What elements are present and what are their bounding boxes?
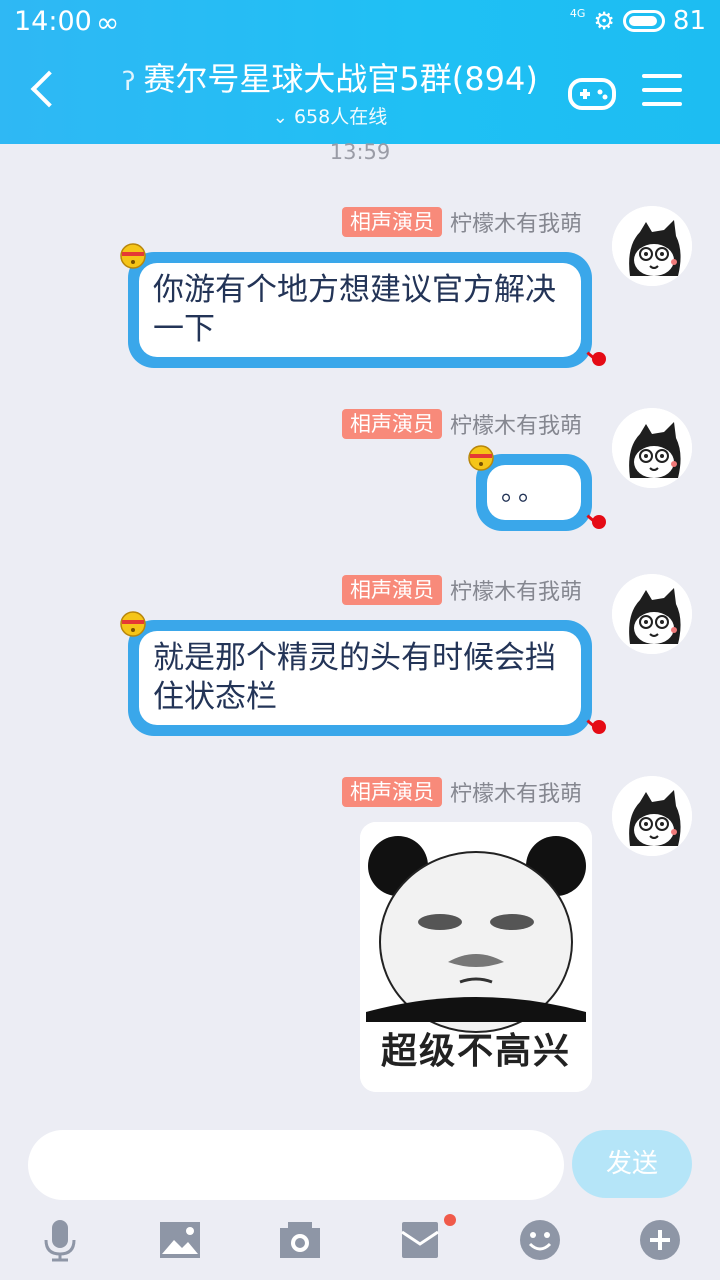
red-packet-icon[interactable]	[398, 1218, 442, 1262]
sender-name[interactable]: 柠檬木有我萌	[450, 206, 582, 238]
bubble-decoration	[592, 720, 606, 734]
menu-line	[642, 88, 682, 92]
notification-dot	[444, 1214, 456, 1226]
panda-sticker[interactable]: 超级不高兴	[360, 822, 592, 1092]
avatar[interactable]	[612, 206, 692, 286]
member-title-badge: 相声演员	[341, 409, 442, 439]
message-timestamp: 13:59	[329, 140, 391, 164]
sender-meta: 相声演员 柠檬木有我萌	[341, 574, 582, 606]
bubble-decoration	[592, 352, 606, 366]
cat-avatar-icon	[612, 206, 692, 286]
image-icon[interactable]	[158, 1218, 202, 1262]
sender-name[interactable]: 柠檬木有我萌	[450, 776, 582, 808]
ear-icon: ʔ	[122, 67, 136, 97]
status-right: 4G ⚙ 81	[570, 6, 706, 36]
sender-meta: 相声演员 柠檬木有我萌	[341, 206, 582, 238]
network-type: 4G	[569, 6, 586, 20]
group-title: ʔ 赛尔号星球大战官5群(894)	[100, 58, 560, 103]
battery-icon	[622, 10, 665, 32]
message-text: 你游有个地方想建议官方解决一下	[139, 263, 581, 357]
member-title-badge: 相声演员	[341, 207, 442, 237]
member-title-badge: 相声演员	[341, 777, 442, 807]
emoji-icon[interactable]	[518, 1218, 562, 1262]
cat-avatar-icon	[612, 574, 692, 654]
cat-avatar-icon	[612, 776, 692, 856]
gamepad-icon[interactable]	[566, 68, 618, 120]
message-bubble[interactable]: 就是那个精灵的头有时候会挡住状态栏	[120, 611, 606, 736]
message-input[interactable]	[28, 1130, 564, 1200]
online-count: ⌄ 658人在线	[100, 103, 560, 132]
sender-meta: 相声演员 柠檬木有我萌	[341, 408, 582, 440]
send-button[interactable]: 发送	[572, 1130, 692, 1198]
sender-name[interactable]: 柠檬木有我萌	[450, 408, 582, 440]
message-text: 。。	[487, 465, 581, 520]
group-title-text: 赛尔号星球大战官5群(894)	[143, 60, 538, 98]
avatar[interactable]	[612, 408, 692, 488]
menu-line	[642, 74, 682, 78]
message-bubble[interactable]: 你游有个地方想建议官方解决一下	[120, 243, 606, 368]
message-text: 就是那个精灵的头有时候会挡住状态栏	[139, 631, 581, 725]
menu-button[interactable]	[642, 74, 682, 114]
member-title-badge: 相声演员	[341, 575, 442, 605]
battery-level: 81	[672, 6, 706, 36]
microphone-icon[interactable]	[38, 1218, 82, 1262]
bell-icon	[120, 243, 146, 269]
plus-icon[interactable]	[638, 1218, 682, 1262]
menu-line	[642, 102, 682, 106]
sticker-caption: 超级不高兴	[380, 1031, 571, 1072]
status-time: 14:00	[14, 6, 92, 37]
settings-gear-icon: ⚙	[593, 7, 615, 35]
sender-meta: 相声演员 柠檬木有我萌	[341, 776, 582, 808]
bubble-decoration	[592, 515, 606, 529]
chat-title-area[interactable]: ʔ 赛尔号星球大战官5群(894) ⌄ 658人在线	[100, 58, 560, 132]
online-count-text: 658人在线	[293, 106, 388, 128]
avatar[interactable]	[612, 776, 692, 856]
infinity-icon: ∞	[96, 6, 120, 39]
back-button[interactable]	[22, 62, 66, 122]
cat-avatar-icon	[612, 408, 692, 488]
sender-name[interactable]: 柠檬木有我萌	[450, 574, 582, 606]
avatar[interactable]	[612, 574, 692, 654]
bell-icon	[468, 445, 494, 471]
message-bubble[interactable]: 。。	[468, 445, 606, 531]
title-bar: 14:00 ∞ 4G ⚙ 81 ʔ 赛尔号星球大战官5群(894) ⌄ 658人在…	[0, 0, 720, 144]
status-bar: 14:00 ∞ 4G ⚙ 81	[0, 0, 720, 46]
camera-icon[interactable]	[278, 1218, 322, 1262]
chevron-circle-icon: ⌄	[272, 107, 288, 128]
bell-icon	[120, 611, 146, 637]
